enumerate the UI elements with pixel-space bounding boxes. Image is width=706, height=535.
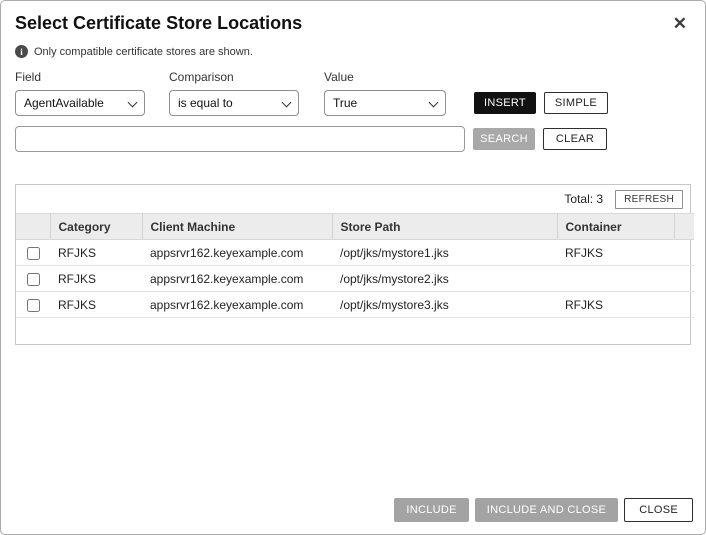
- cell-client-machine: appsrvr162.keyexample.com: [142, 292, 332, 318]
- value-label: Value: [324, 70, 446, 84]
- field-select[interactable]: AgentAvailable: [15, 90, 145, 116]
- cell-container: RFJKS: [557, 292, 674, 318]
- select-column-header: [16, 214, 50, 240]
- close-icon[interactable]: ✕: [669, 13, 691, 34]
- page-title: Select Certificate Store Locations: [15, 13, 302, 34]
- search-button[interactable]: SEARCH: [473, 128, 535, 150]
- cell-category: RFJKS: [50, 240, 142, 266]
- row-checkbox[interactable]: [27, 273, 40, 286]
- include-and-close-button[interactable]: INCLUDE AND CLOSE: [475, 498, 618, 522]
- simple-button[interactable]: SIMPLE: [544, 92, 608, 114]
- refresh-button[interactable]: REFRESH: [615, 190, 683, 209]
- cell-end: [674, 292, 694, 318]
- field-label: Field: [15, 70, 145, 84]
- column-header-end: [674, 214, 694, 240]
- column-header-client-machine: Client Machine: [142, 214, 332, 240]
- filter-area: Field AgentAvailable Comparison is equal…: [1, 58, 705, 152]
- total-count: Total: 3: [564, 192, 603, 206]
- store-locations-table: Category Client Machine Store Path Conta…: [16, 213, 694, 318]
- close-button[interactable]: CLOSE: [624, 498, 693, 522]
- insert-button[interactable]: INSERT: [474, 92, 536, 114]
- value-select[interactable]: True: [324, 90, 446, 116]
- cell-container: [557, 266, 674, 292]
- info-text: Only compatible certificate stores are s…: [34, 46, 253, 58]
- cell-container: RFJKS: [557, 240, 674, 266]
- query-input[interactable]: [15, 126, 465, 152]
- cell-store-path: /opt/jks/mystore1.jks: [332, 240, 557, 266]
- cell-store-path: /opt/jks/mystore2.jks: [332, 266, 557, 292]
- cell-end: [674, 266, 694, 292]
- row-checkbox[interactable]: [27, 299, 40, 312]
- clear-button[interactable]: CLEAR: [543, 128, 607, 150]
- results-topbar: Total: 3 REFRESH: [16, 185, 690, 213]
- select-certificate-store-dialog: { "dialog": { "title": "Select Certifica…: [0, 0, 706, 535]
- row-checkbox[interactable]: [27, 247, 40, 260]
- info-icon: i: [15, 45, 28, 58]
- column-header-category: Category: [50, 214, 142, 240]
- table-row: RFJKS appsrvr162.keyexample.com /opt/jks…: [16, 240, 694, 266]
- footer-actions: INCLUDE INCLUDE AND CLOSE CLOSE: [394, 498, 693, 522]
- cell-category: RFJKS: [50, 266, 142, 292]
- comparison-label: Comparison: [169, 70, 299, 84]
- dialog-header: Select Certificate Store Locations ✕: [1, 1, 705, 34]
- results-panel: Total: 3 REFRESH Category Client Machine…: [15, 184, 691, 345]
- comparison-select[interactable]: is equal to: [169, 90, 299, 116]
- table-row: RFJKS appsrvr162.keyexample.com /opt/jks…: [16, 266, 694, 292]
- table-header-row: Category Client Machine Store Path Conta…: [16, 214, 694, 240]
- column-header-container: Container: [557, 214, 674, 240]
- cell-end: [674, 240, 694, 266]
- column-header-store-path: Store Path: [332, 214, 557, 240]
- cell-store-path: /opt/jks/mystore3.jks: [332, 292, 557, 318]
- include-button[interactable]: INCLUDE: [394, 498, 468, 522]
- cell-client-machine: appsrvr162.keyexample.com: [142, 266, 332, 292]
- info-row: i Only compatible certificate stores are…: [1, 34, 705, 58]
- cell-category: RFJKS: [50, 292, 142, 318]
- cell-client-machine: appsrvr162.keyexample.com: [142, 240, 332, 266]
- table-row: RFJKS appsrvr162.keyexample.com /opt/jks…: [16, 292, 694, 318]
